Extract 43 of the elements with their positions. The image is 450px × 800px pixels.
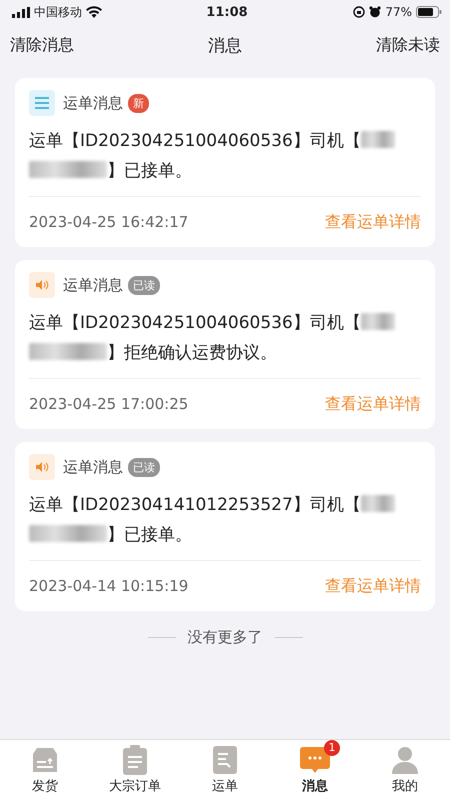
- wifi-icon: [86, 6, 102, 18]
- message-category: 运单消息: [63, 276, 123, 294]
- blurred-text: [360, 495, 395, 512]
- message-text: 运单【ID202304251004060536】司机【: [29, 313, 361, 333]
- unread-count-badge: 1: [324, 740, 340, 756]
- clock-time: 11:08: [206, 4, 248, 20]
- blurred-text: [360, 131, 395, 148]
- tab-item[interactable]: 发货: [0, 740, 90, 800]
- clipboard-icon: [122, 745, 148, 775]
- message-time: 2023-04-14 10:15:19: [29, 577, 188, 595]
- message-category: 运单消息: [63, 458, 123, 476]
- signal-icon: [12, 6, 30, 18]
- page-title: 消息: [208, 34, 242, 56]
- battery-icon: [416, 6, 442, 18]
- chat-icon: [300, 746, 330, 774]
- tab-item[interactable]: 大宗订单: [90, 740, 180, 800]
- message-text: 运单【ID202304251004060536】司机【: [29, 131, 361, 151]
- tab-item[interactable]: 1 消息: [270, 740, 360, 800]
- speaker-icon: [29, 272, 55, 298]
- blurred-text: [360, 313, 395, 330]
- message-text: 】拒绝确认运费协议。: [107, 343, 278, 363]
- speaker-icon: [29, 454, 55, 480]
- tab-item[interactable]: 我的: [360, 740, 450, 800]
- clear-unread-button[interactable]: 清除未读: [376, 34, 440, 56]
- status-tag: 已读: [128, 458, 160, 476]
- message-text: 】已接单。: [107, 525, 192, 545]
- person-icon: [391, 746, 419, 774]
- carrier-name: 中国移动: [34, 4, 82, 20]
- status-tag: 新: [128, 94, 149, 112]
- battery-percent: 77%: [385, 5, 412, 19]
- list-icon: [29, 90, 55, 116]
- rotation-lock-icon: [353, 6, 366, 18]
- tab-item[interactable]: 运单: [180, 740, 270, 800]
- message-time: 2023-04-25 16:42:17: [29, 213, 188, 231]
- end-of-list-note: 没有更多了: [188, 628, 262, 647]
- inbox-icon: [31, 746, 59, 774]
- status-tag: 已读: [128, 276, 160, 294]
- clear-messages-button[interactable]: 清除消息: [10, 34, 74, 56]
- document-icon: [213, 746, 237, 774]
- message-text: 运单【ID202304141012253527】司机【: [29, 495, 361, 515]
- message-text: 】已接单。: [107, 161, 192, 181]
- message-category: 运单消息: [63, 94, 123, 112]
- message-time: 2023-04-25 17:00:25: [29, 395, 188, 413]
